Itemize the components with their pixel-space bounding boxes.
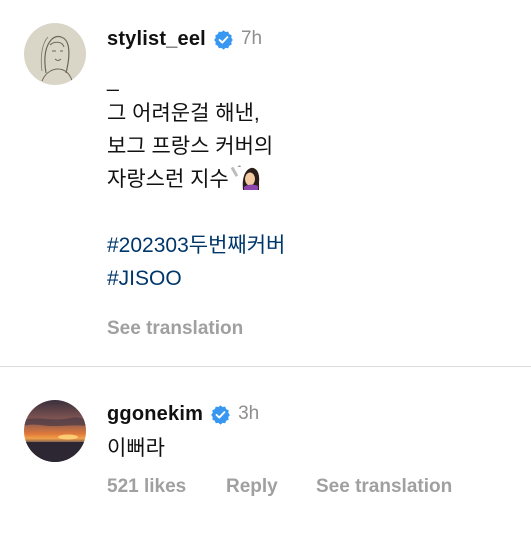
caption-line-text: 자랑스런 지수	[107, 168, 229, 191]
timestamp: 3h	[238, 403, 260, 424]
caption-text: _ 그 어려운걸 해낸, 보그 프랑스 커버의 자랑스런 지수 #202303두…	[107, 64, 285, 295]
avatar[interactable]	[24, 23, 86, 85]
sketch-portrait-icon	[24, 23, 86, 85]
reply-button[interactable]: Reply	[226, 476, 316, 498]
reply-text: 이뻐라	[107, 437, 165, 460]
woman-getting-haircut-emoji-icon	[230, 165, 259, 190]
likes-count[interactable]: 521 likes	[107, 476, 226, 498]
reply-actions: 521 likes Reply See translation	[107, 476, 452, 498]
username[interactable]: stylist_eel	[107, 28, 206, 51]
see-translation-button[interactable]: See translation	[316, 476, 452, 498]
caption-line: 그 어려운걸 해낸,	[107, 102, 260, 125]
see-translation-button[interactable]: See translation	[107, 318, 243, 340]
caption-line-with-emoji: 자랑스런 지수	[107, 163, 285, 196]
caption-line: _	[107, 69, 119, 92]
sunset-photo-icon	[24, 400, 86, 462]
avatar[interactable]	[24, 400, 86, 462]
caption-line	[107, 196, 285, 229]
caption-line: 보그 프랑스 커버의	[107, 135, 274, 158]
reply-header: ggonekim 3h	[107, 400, 259, 428]
hashtag-link[interactable]: #JISOO	[107, 262, 285, 295]
username[interactable]: ggonekim	[107, 403, 203, 426]
caption-header: stylist_eel 7h	[107, 25, 262, 53]
hashtag-link[interactable]: #202303두번째커버	[107, 229, 285, 262]
divider	[0, 366, 531, 367]
verified-badge-icon	[214, 29, 233, 50]
verified-badge-icon	[211, 404, 230, 425]
timestamp: 7h	[240, 28, 263, 49]
